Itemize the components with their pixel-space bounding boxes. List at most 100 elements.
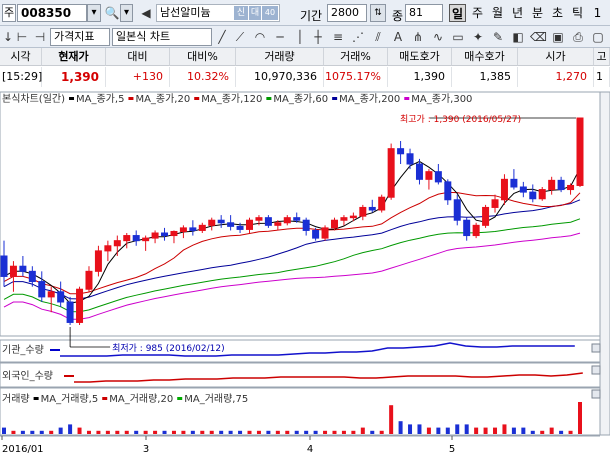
badge-margin: 40	[262, 6, 278, 20]
fan-icon[interactable]: ⋰	[350, 29, 366, 45]
volume-bar	[464, 424, 469, 434]
volume-bar	[511, 427, 516, 434]
quote-value: 10.32%	[170, 67, 236, 87]
quote-value: 1,385	[452, 67, 518, 87]
period-tab-4[interactable]: 분	[529, 4, 546, 22]
period-tab-5[interactable]: 초	[549, 4, 566, 22]
stock-code-input[interactable]: 008350	[17, 4, 87, 22]
period-tab-1[interactable]: 주	[469, 4, 486, 22]
period-tab-0[interactable]: 일	[449, 4, 466, 22]
wave-icon[interactable]: ∿	[430, 29, 446, 45]
x-tick-label: 5	[449, 444, 455, 455]
quote-value: 1,390	[388, 67, 452, 87]
candle-body	[19, 265, 27, 272]
quote-header: 매수호가	[452, 48, 518, 66]
candle-body	[321, 227, 329, 239]
count-input[interactable]: 81	[405, 4, 443, 22]
candle-body	[368, 206, 376, 211]
horizontal-line-icon[interactable]: ─	[272, 29, 288, 45]
volume-bar	[408, 424, 413, 434]
volume-bar	[190, 430, 195, 434]
candle-body	[236, 225, 244, 230]
volume-legend-1: MA_거래량,5	[41, 393, 99, 405]
legend-swatch	[194, 97, 200, 100]
draw-line-icon[interactable]: ╱	[214, 29, 230, 45]
quote-header: 현재가	[42, 48, 106, 66]
volume-bar	[219, 430, 224, 434]
legend-swatch	[102, 397, 108, 400]
trend-line-icon[interactable]: ⟋	[232, 29, 248, 45]
chart-type-selector[interactable]: 일본식 차트	[112, 28, 212, 46]
volume-bar	[181, 430, 186, 434]
fit-icon[interactable]: ⊣	[32, 29, 48, 45]
volume-bar	[530, 430, 535, 434]
quote-header: 시가	[518, 48, 594, 66]
candle-body	[397, 148, 405, 155]
candle-body	[161, 232, 169, 237]
text-tool-icon[interactable]: A	[390, 29, 406, 45]
period-tab-2[interactable]: 월	[489, 4, 506, 22]
fibonacci-icon[interactable]: ≡	[330, 29, 346, 45]
arc-tool-icon[interactable]: ◠	[252, 29, 268, 45]
mode-selector[interactable]: 주	[2, 4, 16, 22]
institution-label: 기관_수량	[2, 344, 44, 356]
period-input[interactable]: 2800	[327, 4, 367, 22]
period-tab-6[interactable]: 틱	[569, 4, 586, 22]
period-tab-3[interactable]: 년	[509, 4, 526, 22]
camera-icon[interactable]: ▣	[550, 29, 566, 45]
panel-menu-button[interactable]	[591, 343, 601, 353]
settings-icon[interactable]: ▾	[120, 4, 133, 22]
volume-bar	[256, 430, 261, 434]
candle-body	[340, 217, 348, 221]
period-tab-7[interactable]: 1	[589, 4, 606, 22]
candle-body	[510, 178, 518, 188]
cross-line-icon[interactable]: ┼	[310, 29, 326, 45]
period-label: 기간	[300, 9, 323, 23]
volume-bar	[2, 427, 6, 434]
volume-bar	[266, 430, 271, 434]
volume-bar	[351, 430, 356, 434]
color-picker-icon[interactable]: ◧	[510, 29, 526, 45]
box-tool-icon[interactable]: ▭	[450, 29, 466, 45]
panel-menu-button[interactable]	[591, 389, 601, 399]
search-icon[interactable]: 🔍	[104, 5, 120, 21]
indicator-selector[interactable]: 가격지표	[50, 28, 110, 46]
candle-body	[170, 230, 178, 237]
star-icon[interactable]: ✦	[470, 29, 486, 45]
pencil-icon[interactable]: ✎	[490, 29, 506, 45]
panel-menu-button[interactable]	[591, 365, 601, 375]
vertical-line-icon[interactable]: │	[292, 29, 308, 45]
volume-bar	[521, 427, 526, 434]
cycle-icon[interactable]: ⋔	[410, 29, 426, 45]
candle-body	[529, 191, 537, 200]
channel-icon[interactable]: ⫽	[370, 29, 386, 45]
window-icon[interactable]: ▢	[590, 29, 606, 45]
legend-swatch	[266, 97, 272, 100]
foreign-label: 외국인_수량	[2, 370, 53, 382]
zoom-out-icon[interactable]: ⊢	[14, 29, 30, 45]
legend-entry-4: MA_종가,60	[273, 93, 328, 105]
period-stepper[interactable]: ⇅	[370, 4, 386, 22]
eraser-icon[interactable]: ⌫	[530, 29, 547, 45]
candle-body	[208, 219, 216, 226]
volume-bar	[559, 430, 564, 434]
prev-next-icon[interactable]: ◀	[138, 5, 154, 21]
volume-bar	[313, 430, 318, 434]
candle-body	[576, 117, 584, 186]
candle-body	[463, 219, 471, 237]
volume-bar	[502, 424, 507, 434]
volume-bar	[323, 430, 328, 434]
candle-body	[217, 219, 225, 224]
volume-bar	[540, 430, 545, 434]
candle-body	[57, 291, 65, 303]
volume-bar	[238, 430, 243, 434]
print-icon[interactable]: ⎙	[570, 29, 586, 45]
chart-panel-0	[0, 91, 601, 337]
candle-body	[302, 219, 310, 231]
code-dropdown-button[interactable]: ▾	[87, 4, 101, 22]
volume-bar	[426, 427, 431, 434]
stock-chart[interactable]: 최고가 : 1,390 (2016/05/27) 최저가 : 985 (2016/…	[0, 90, 610, 456]
badge-loan: 대	[249, 6, 261, 20]
candle-body	[132, 235, 140, 242]
volume-bar	[209, 430, 214, 434]
